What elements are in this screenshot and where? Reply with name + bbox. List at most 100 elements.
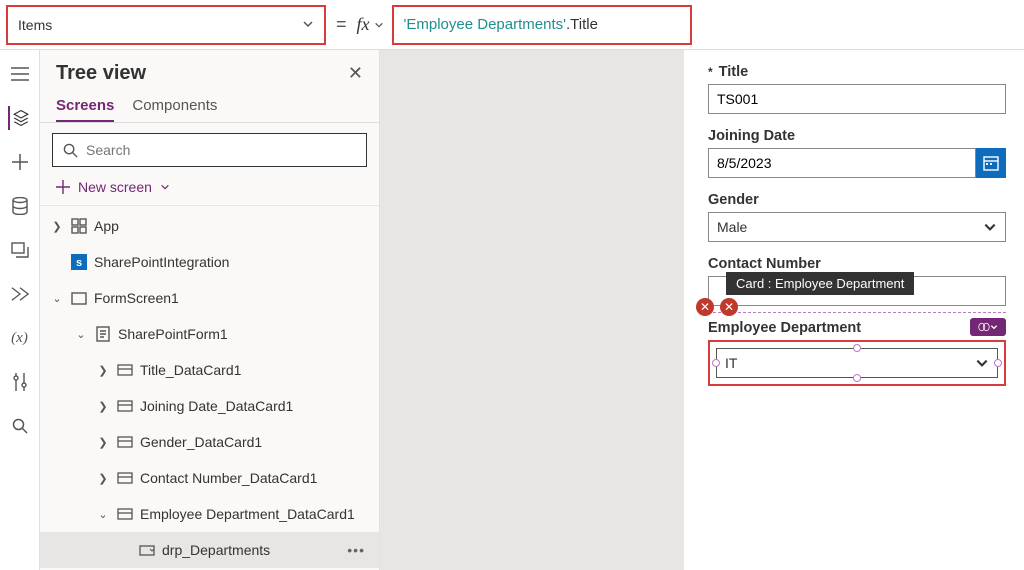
- resize-handle[interactable]: [712, 359, 720, 367]
- node-label: Contact Number_DataCard1: [140, 470, 317, 486]
- gender-value: Male: [717, 219, 747, 235]
- chevron-right-icon: ❯: [50, 220, 64, 233]
- node-label: Gender_DataCard1: [140, 434, 262, 450]
- media-icon[interactable]: [8, 238, 32, 262]
- datacard-icon: [116, 469, 134, 487]
- formula-string: 'Employee Departments': [404, 16, 566, 33]
- node-label: App: [94, 218, 119, 234]
- joining-date-input[interactable]: [708, 148, 976, 178]
- error-badge-icon[interactable]: ✕: [696, 298, 714, 316]
- tree-node-sharepoint-integration[interactable]: ❯ s SharePointIntegration: [40, 244, 379, 280]
- chevron-right-icon: ❯: [96, 400, 110, 413]
- left-toolbar: (x): [0, 50, 40, 570]
- joining-date-card: Joining Date: [708, 128, 1006, 178]
- tree-node-sharepointform[interactable]: ⌄ SharePointForm1: [40, 316, 379, 352]
- sharepoint-icon: s: [70, 253, 88, 271]
- error-badge-icon[interactable]: ✕: [720, 298, 738, 316]
- gender-dropdown[interactable]: Male: [708, 212, 1006, 242]
- tree-view-icon[interactable]: [8, 106, 32, 130]
- chevron-down-icon: ⌄: [50, 292, 64, 305]
- resize-handle[interactable]: [853, 344, 861, 352]
- data-icon[interactable]: [8, 194, 32, 218]
- copilot-icon: [978, 322, 990, 332]
- node-label: Employee Department_DataCard1: [140, 506, 355, 522]
- new-screen-button[interactable]: New screen: [40, 173, 379, 206]
- search-input[interactable]: [52, 133, 367, 167]
- tree-node-joining-date-datacard[interactable]: ❯ Joining Date_DataCard1: [40, 388, 379, 424]
- dept-value: IT: [725, 355, 737, 371]
- search-icon: [63, 143, 78, 158]
- plus-icon: [56, 180, 70, 194]
- tree-node-formscreen[interactable]: ⌄ FormScreen1: [40, 280, 379, 316]
- tab-screens[interactable]: Screens: [56, 91, 114, 122]
- chevron-right-icon: ❯: [96, 472, 110, 485]
- title-input[interactable]: [708, 84, 1006, 114]
- property-dropdown[interactable]: Items: [6, 5, 326, 45]
- fx-button[interactable]: fx: [357, 14, 384, 35]
- tree-node-title-datacard[interactable]: ❯ Title_DataCard1: [40, 352, 379, 388]
- close-icon[interactable]: ✕: [348, 63, 363, 84]
- chevron-down-icon: [983, 220, 997, 234]
- tree-node-drp-departments[interactable]: ❯ drp_Departments •••: [40, 532, 379, 568]
- node-label: SharePointForm1: [118, 326, 228, 342]
- property-name: Items: [18, 17, 52, 33]
- contact-label: Contact Number: [708, 256, 821, 272]
- variables-icon[interactable]: (x): [8, 326, 32, 350]
- title-label: Title: [719, 64, 749, 80]
- tree-view-panel: Tree view ✕ Screens Components New scree…: [40, 50, 380, 570]
- chevron-down-icon: ⌄: [74, 328, 88, 341]
- chevron-down-icon: [302, 17, 314, 33]
- resize-handle[interactable]: [853, 374, 861, 382]
- datacard-icon: [116, 433, 134, 451]
- hamburger-icon[interactable]: [8, 62, 32, 86]
- calendar-button[interactable]: [976, 148, 1006, 178]
- search-icon[interactable]: [8, 414, 32, 438]
- chevron-down-icon: [990, 323, 998, 331]
- tree-node-contact-datacard[interactable]: ❯ Contact Number_DataCard1: [40, 460, 379, 496]
- new-screen-label: New screen: [78, 179, 152, 195]
- chevron-down-icon: [975, 356, 989, 370]
- formula-input-highlight[interactable]: 'Employee Departments'.Title: [392, 5, 692, 45]
- chevron-right-icon: ❯: [96, 436, 110, 449]
- node-label: drp_Departments: [162, 542, 270, 558]
- chevron-right-icon: ❯: [96, 364, 110, 377]
- node-label: Title_DataCard1: [140, 362, 241, 378]
- contact-number-card: Contact Number Card : Employee Departmen…: [708, 256, 1006, 306]
- formula-rest: .Title: [566, 16, 598, 33]
- tab-components[interactable]: Components: [132, 91, 217, 122]
- node-label: FormScreen1: [94, 290, 179, 306]
- card-tooltip: Card : Employee Department: [726, 272, 914, 295]
- form-preview: * Title Joining Date Gender Male: [684, 50, 1024, 570]
- dept-label: Employee Department: [708, 320, 861, 336]
- chevron-down-icon: ⌄: [96, 508, 110, 521]
- title-card: * Title: [708, 64, 1006, 114]
- tree-node-app[interactable]: ❯ App: [40, 208, 379, 244]
- tree-node-dept-datacard[interactable]: ⌄ Employee Department_DataCard1: [40, 496, 379, 532]
- search-field[interactable]: [86, 142, 356, 158]
- form-icon: [94, 325, 112, 343]
- joining-date-label: Joining Date: [708, 128, 795, 144]
- more-icon[interactable]: •••: [347, 542, 365, 558]
- selected-control-highlight: IT: [708, 340, 1006, 386]
- app-icon: [70, 217, 88, 235]
- tools-icon[interactable]: [8, 370, 32, 394]
- copilot-badge[interactable]: [970, 318, 1006, 336]
- tree-list: ❯ App ❯ s SharePointIntegration ⌄ FormSc…: [40, 206, 379, 570]
- chevron-down-icon: [160, 182, 170, 192]
- fx-icon: fx: [357, 14, 370, 35]
- required-asterisk: *: [708, 65, 713, 79]
- calendar-icon: [983, 155, 999, 171]
- power-automate-icon[interactable]: [8, 282, 32, 306]
- main-area: (x) Tree view ✕ Screens Components New s…: [0, 50, 1024, 570]
- tree-node-gender-datacard[interactable]: ❯ Gender_DataCard1: [40, 424, 379, 460]
- plus-icon[interactable]: [8, 150, 32, 174]
- datacard-icon: [116, 505, 134, 523]
- node-label: SharePointIntegration: [94, 254, 229, 270]
- node-label: Joining Date_DataCard1: [140, 398, 293, 414]
- equals-sign: =: [336, 14, 347, 35]
- gender-card: Gender Male: [708, 192, 1006, 242]
- resize-handle[interactable]: [994, 359, 1002, 367]
- dropdown-icon: [138, 541, 156, 559]
- employee-department-card: Employee Department IT: [708, 320, 1006, 386]
- datacard-icon: [116, 397, 134, 415]
